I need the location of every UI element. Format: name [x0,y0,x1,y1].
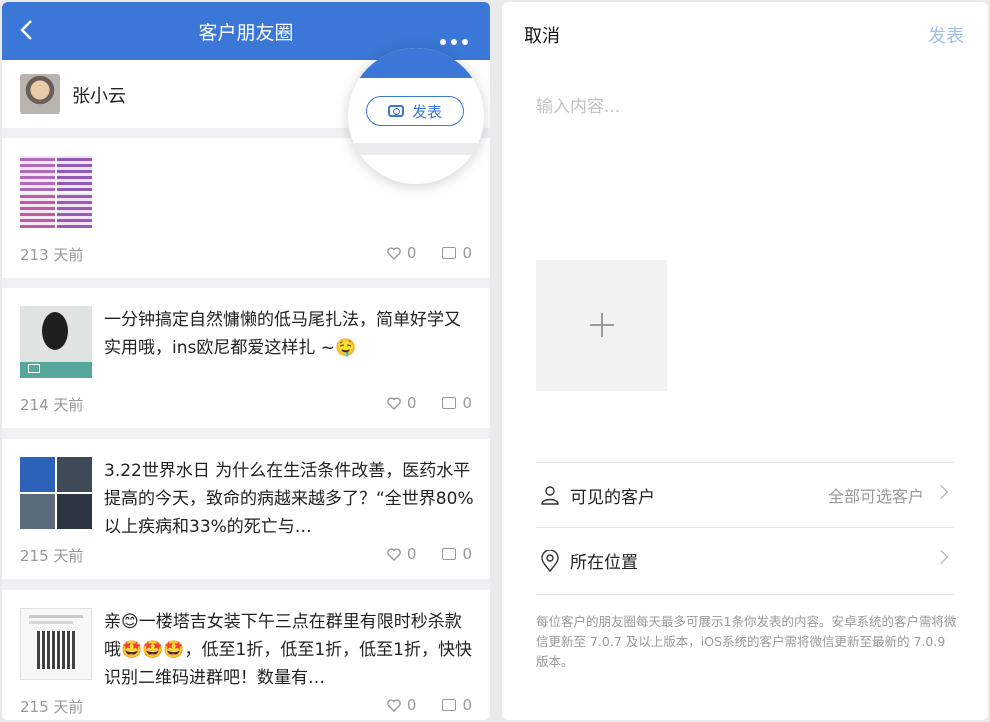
comment-icon[interactable] [442,247,457,259]
post-stats: 0 0 [387,394,472,412]
heart-icon[interactable] [387,396,401,410]
comment-icon[interactable] [442,397,457,409]
post-time: 215 天前 [20,698,84,716]
post-button-label: 发表 [411,102,442,121]
post-stats: 0 0 [387,244,472,262]
list-item[interactable]: 亲😊一楼塔吉女装下午三点在群里有限时秒杀款哦🤩🤩🤩，低至1折，低至1折，低至1折… [2,590,490,720]
like-count: 0 [406,545,417,563]
post-time: 214 天前 [20,396,84,414]
list-item[interactable]: 一分钟搞定自然慵懒的低马尾扎法，简单好学又实用哦，ins欧尼都爱这样扎 ~🤤 2… [2,288,490,428]
post-image-grid[interactable] [20,156,93,228]
person-icon [541,486,559,505]
comment-count: 0 [462,394,472,412]
visible-customers-row[interactable]: 可见的客户 全部可选客户 [536,463,954,527]
location-pin-icon [541,550,559,572]
post-button[interactable]: 发表 [366,96,464,126]
comment-icon[interactable] [442,548,457,560]
visible-customers-label: 可见的客户 [570,488,655,508]
heart-icon[interactable] [387,246,401,260]
post-text: 一分钟搞定自然慵懒的低马尾扎法，简单好学又实用哦，ins欧尼都爱这样扎 ~🤤 [104,310,461,358]
compose-screen: 取消 发表 输入内容... 可见的客户 全部可选客户 所在位置 每位客户的朋友圈… [502,2,988,720]
comment-count: 0 [462,244,472,262]
comment-count: 0 [462,545,472,563]
list-item[interactable]: 3.22世界水日 为什么在生活条件改善，医药水平提高的今天，致命的病越来越多了？… [2,439,490,579]
camera-icon [387,105,404,117]
moments-feed-screen: 客户朋友圈 张小云 213 天前 0 0 一分钟搞定自然慵懒的低马尾扎法，简单好… [2,2,490,720]
location-row[interactable]: 所在位置 [536,528,954,592]
video-thumbnail[interactable] [20,306,92,378]
info-note: 每位客户的朋友圈每天最多可展示1条你发表的内容。安卓系统的客户需将微信更新至 7… [536,614,957,669]
post-stats: 0 0 [387,696,472,714]
more-dots-icon[interactable] [435,30,468,49]
post-time: 213 天前 [20,246,84,264]
post-image-grid[interactable] [20,457,92,529]
add-image-button[interactable] [536,260,667,391]
post-text: 3.22世界水日 为什么在生活条件改善，医药水平提高的今天，致命的病越来越多了？… [104,461,474,537]
user-name: 张小云 [72,86,126,107]
visible-customers-value: 全部可选客户 [827,487,924,506]
qr-code-image[interactable] [20,608,92,680]
cancel-button[interactable]: 取消 [524,22,560,48]
magnifier-divider-strip [348,143,484,155]
magnifier-header-strip [348,48,484,78]
page-title: 客户朋友圈 [198,22,294,44]
content-input[interactable]: 输入内容... [536,92,620,117]
video-icon [28,364,40,373]
chevron-right-icon [933,484,949,500]
heart-icon[interactable] [387,698,401,712]
like-count: 0 [406,394,417,412]
divider [536,594,954,595]
magnifier-highlight: 发表 [348,48,484,184]
publish-button[interactable]: 发表 [928,22,964,48]
heart-icon[interactable] [387,547,401,561]
chevron-right-icon [933,549,949,565]
comment-icon[interactable] [442,699,457,711]
post-time: 215 天前 [20,547,84,565]
plus-icon-vertical [601,313,603,337]
like-count: 0 [406,696,417,714]
location-label: 所在位置 [570,553,638,573]
like-count: 0 [406,244,417,262]
comment-count: 0 [462,696,472,714]
post-text: 亲😊一楼塔吉女装下午三点在群里有限时秒杀款哦🤩🤩🤩，低至1折，低至1折，低至1折… [104,612,472,688]
avatar[interactable] [20,74,60,114]
post-stats: 0 0 [387,545,472,563]
